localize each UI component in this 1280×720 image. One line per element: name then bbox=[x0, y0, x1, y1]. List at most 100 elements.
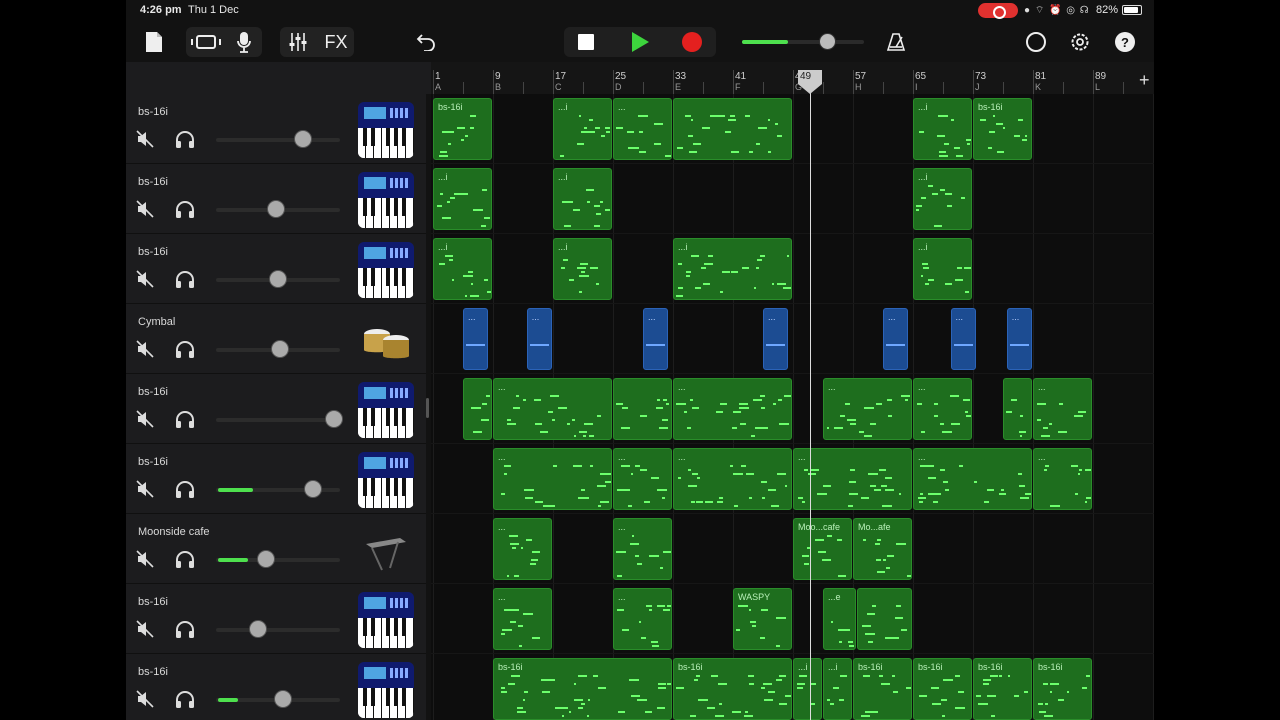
midi-region[interactable]: bs-16i bbox=[433, 98, 492, 160]
mixer-button[interactable] bbox=[286, 30, 310, 54]
midi-region[interactable]: bs-16i bbox=[973, 658, 1032, 720]
loop-browser-button[interactable] bbox=[1024, 30, 1048, 54]
midi-region[interactable]: ... bbox=[1033, 378, 1092, 440]
add-section-button[interactable]: + bbox=[1139, 70, 1150, 91]
midi-region[interactable]: ... bbox=[1033, 448, 1092, 510]
browser-button[interactable] bbox=[190, 30, 222, 54]
midi-region[interactable]: ... bbox=[613, 98, 672, 160]
tracks-area[interactable]: bs-16i ...i... ...i bs-16i ...i ...i ...i ...i.… bbox=[431, 94, 1154, 720]
midi-region[interactable]: ...i bbox=[673, 238, 792, 300]
synth-keyboard-icon[interactable] bbox=[358, 452, 414, 508]
drum-region[interactable]: ... bbox=[526, 308, 552, 370]
track-volume-slider[interactable] bbox=[216, 480, 340, 498]
track-header[interactable]: bs-16i bbox=[126, 94, 426, 164]
midi-region[interactable]: ...i bbox=[913, 98, 972, 160]
track-volume-slider[interactable] bbox=[216, 410, 343, 428]
track-volume-knob[interactable] bbox=[324, 410, 343, 428]
track-volume-knob[interactable] bbox=[249, 620, 268, 638]
keyboard-stand-icon[interactable] bbox=[358, 522, 414, 578]
drum-region[interactable]: ... bbox=[950, 308, 976, 370]
midi-region[interactable]: bs-16i bbox=[913, 658, 972, 720]
midi-region[interactable]: ...i bbox=[553, 238, 612, 300]
track-volume-knob[interactable] bbox=[303, 480, 322, 498]
track-volume-slider[interactable] bbox=[216, 200, 340, 218]
midi-region[interactable]: ... bbox=[493, 518, 552, 580]
midi-region[interactable]: bs-16i bbox=[673, 658, 792, 720]
midi-region[interactable]: ...i bbox=[553, 98, 612, 160]
record-button[interactable] bbox=[680, 30, 704, 54]
midi-region[interactable]: ... bbox=[613, 588, 672, 650]
synth-keyboard-icon[interactable] bbox=[358, 382, 414, 438]
midi-region[interactable]: ...i bbox=[793, 658, 822, 720]
mute-icon[interactable] bbox=[136, 550, 154, 568]
track-header[interactable]: bs-16i bbox=[126, 374, 426, 444]
track-header[interactable]: bs-16i bbox=[126, 234, 426, 304]
track-header[interactable]: bs-16i bbox=[126, 584, 426, 654]
headphones-icon[interactable] bbox=[174, 479, 196, 499]
midi-region[interactable] bbox=[856, 588, 912, 650]
midi-region[interactable]: ... bbox=[493, 448, 612, 510]
master-volume-slider[interactable] bbox=[742, 33, 864, 50]
track-volume-knob[interactable] bbox=[266, 200, 285, 218]
drum-region[interactable]: ... bbox=[1006, 308, 1032, 370]
headphones-icon[interactable] bbox=[174, 619, 196, 639]
midi-region[interactable]: bs-16i bbox=[1033, 658, 1092, 720]
mute-icon[interactable] bbox=[136, 480, 154, 498]
track-volume-slider[interactable] bbox=[216, 340, 340, 358]
drum-region[interactable]: ... bbox=[883, 308, 909, 370]
midi-region[interactable]: ...i bbox=[553, 168, 612, 230]
mute-icon[interactable] bbox=[136, 130, 154, 148]
midi-region[interactable] bbox=[463, 378, 492, 440]
midi-region[interactable]: ... bbox=[613, 448, 672, 510]
midi-region[interactable]: ... bbox=[493, 378, 612, 440]
drum-region[interactable]: ... bbox=[763, 308, 789, 370]
track-header[interactable]: bs-16i bbox=[126, 654, 426, 720]
track-volume-knob[interactable] bbox=[256, 550, 275, 568]
midi-region[interactable] bbox=[613, 378, 672, 440]
midi-region[interactable]: ...i bbox=[913, 238, 972, 300]
midi-region[interactable]: bs-16i bbox=[493, 658, 672, 720]
mute-icon[interactable] bbox=[136, 410, 154, 428]
headphones-icon[interactable] bbox=[174, 689, 196, 709]
midi-region[interactable]: Mo...afe bbox=[853, 518, 912, 580]
synth-keyboard-icon[interactable] bbox=[358, 242, 414, 298]
midi-region[interactable]: bs-16i bbox=[973, 98, 1032, 160]
midi-region[interactable]: Moo...cafe bbox=[793, 518, 852, 580]
mute-icon[interactable] bbox=[136, 200, 154, 218]
midi-region[interactable]: ...i bbox=[433, 168, 492, 230]
header-resize-handle[interactable] bbox=[426, 398, 429, 418]
track-volume-slider[interactable] bbox=[216, 270, 340, 288]
track-volume-slider[interactable] bbox=[216, 550, 340, 568]
help-button[interactable]: ? bbox=[1113, 30, 1137, 54]
midi-region[interactable]: ... bbox=[673, 448, 792, 510]
midi-region[interactable]: ... bbox=[913, 378, 972, 440]
midi-region[interactable]: ...e bbox=[823, 588, 856, 650]
midi-region[interactable]: ...i bbox=[433, 238, 492, 300]
track-header[interactable]: Cymbal bbox=[126, 304, 426, 374]
master-volume-knob[interactable] bbox=[819, 33, 837, 50]
track-volume-slider[interactable] bbox=[216, 620, 340, 638]
timeline-ruler[interactable]: + 1A9B17C25D33E41F49G57H65I73J81K89L bbox=[431, 62, 1154, 94]
headphones-icon[interactable] bbox=[174, 129, 196, 149]
midi-region[interactable]: ... bbox=[673, 378, 792, 440]
track-header[interactable]: bs-16i bbox=[126, 444, 426, 514]
midi-region[interactable]: ... bbox=[493, 588, 552, 650]
track-volume-knob[interactable] bbox=[271, 340, 290, 358]
mute-icon[interactable] bbox=[136, 270, 154, 288]
midi-region[interactable] bbox=[673, 98, 792, 160]
undo-button[interactable] bbox=[414, 30, 438, 54]
midi-region[interactable] bbox=[1003, 378, 1032, 440]
track-header[interactable]: bs-16i bbox=[126, 164, 426, 234]
headphones-icon[interactable] bbox=[174, 199, 196, 219]
my-songs-button[interactable] bbox=[142, 30, 166, 54]
headphones-icon[interactable] bbox=[174, 339, 196, 359]
play-button[interactable] bbox=[628, 30, 652, 54]
headphones-icon[interactable] bbox=[174, 269, 196, 289]
track-volume-slider[interactable] bbox=[216, 130, 340, 148]
synth-keyboard-icon[interactable] bbox=[358, 662, 414, 718]
drum-region[interactable]: ... bbox=[463, 308, 489, 370]
mute-icon[interactable] bbox=[136, 340, 154, 358]
track-volume-knob[interactable] bbox=[293, 130, 312, 148]
drum-region[interactable]: ... bbox=[643, 308, 669, 370]
track-volume-knob[interactable] bbox=[273, 690, 292, 708]
